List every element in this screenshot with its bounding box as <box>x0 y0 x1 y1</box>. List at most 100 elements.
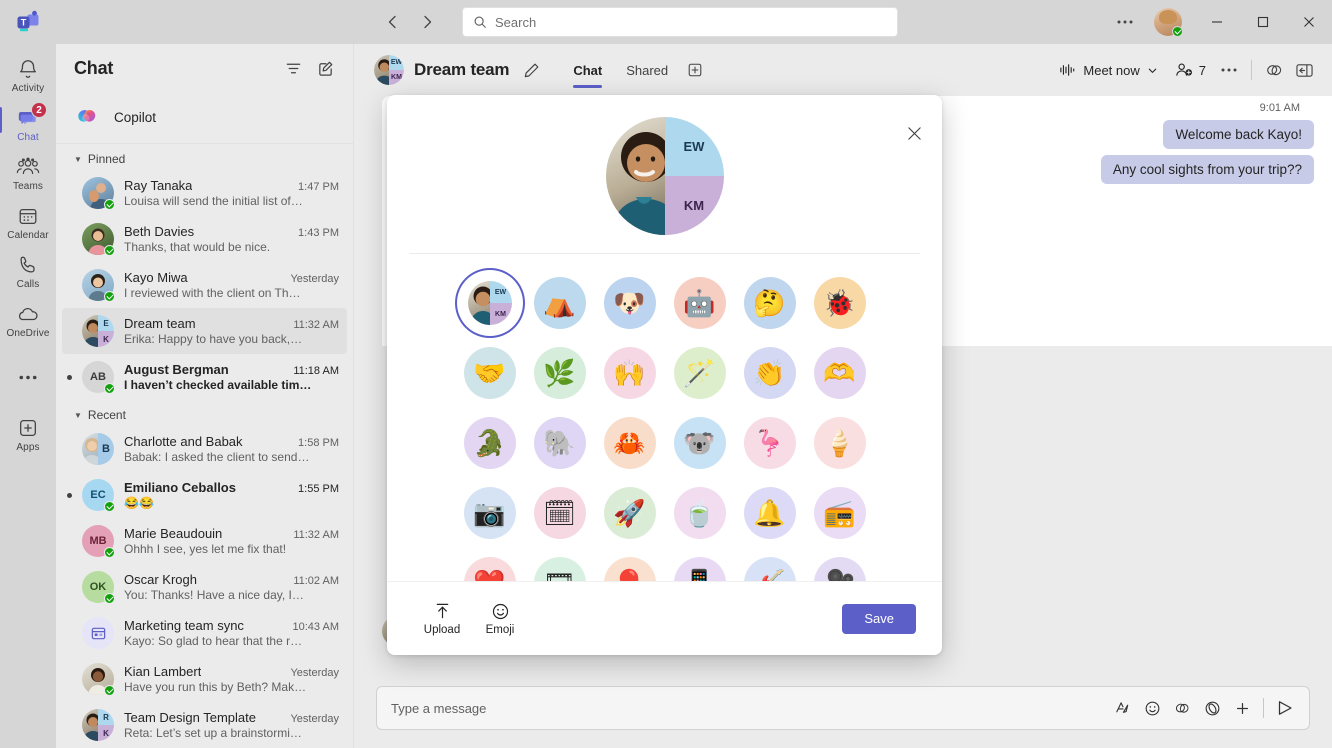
avatar-option-film-reel[interactable]: 🎞 <box>525 548 595 581</box>
avatar-option-robot[interactable]: 🤖 <box>665 268 735 338</box>
koala-bucket-avatar: 🐨 <box>673 417 726 469</box>
chat-list-item-kian-lambert[interactable]: Kian Lambert Yesterday Have you run this… <box>62 656 347 702</box>
avatar-option-calendar[interactable]: 🗓 <box>525 478 595 548</box>
chat-list-item-beth-davies[interactable]: Beth Davies 1:43 PM Thanks, that would b… <box>62 216 347 262</box>
list-item-copilot[interactable]: Copilot <box>56 92 353 144</box>
tab-chat[interactable]: Chat <box>563 44 612 96</box>
chat-item-preview: Erika: Happy to have you back,… <box>124 332 303 346</box>
more-options-icon[interactable] <box>1228 694 1256 722</box>
chat-item-text: Dream team 11:32 AM Erika: Happy to have… <box>124 316 339 346</box>
emoji-button[interactable]: Emoji <box>471 598 529 640</box>
avatar-option-bug[interactable]: 🐞 <box>805 268 875 338</box>
avatar-option-koala-bucket[interactable]: 🐨 <box>665 408 735 478</box>
group-header-recent[interactable]: ▼ Recent <box>56 400 353 426</box>
avatar: OK <box>82 571 115 604</box>
meet-now-button[interactable]: Meet now <box>1051 55 1165 85</box>
avatar-option-boombox[interactable]: 📻 <box>805 478 875 548</box>
avatar-grid-scroll[interactable]: EW KM ⛺ 🐶 🤖 🤔 🐞 🤝 🌿 🙌 🪄 👏 🫶 🐊 🐘 🦀 🐨 🦩 🍦 … <box>387 254 942 581</box>
chat-list-item-oscar-krogh[interactable]: OK Oscar Krogh 11:02 AM You: Thanks! Hav… <box>62 564 347 610</box>
copilot-icon[interactable] <box>1260 56 1288 84</box>
avatar-option-bell[interactable]: 🔔 <box>735 478 805 548</box>
preview-initials-half: EW KM <box>664 117 724 235</box>
message-input[interactable]: Type a message <box>376 686 1310 730</box>
avatar-option-caring-hands[interactable]: 🙌 <box>595 338 665 408</box>
avatar-option-hot-air-balloon[interactable]: 🎈 <box>595 548 665 581</box>
maximize-icon[interactable] <box>1240 0 1286 44</box>
avatar-option-video[interactable]: 🎥 <box>805 548 875 581</box>
sidebar-item-calendar[interactable]: Calendar <box>2 197 54 246</box>
save-button[interactable]: Save <box>842 603 916 634</box>
avatar-option-heart-hands[interactable]: 🫶 <box>805 338 875 408</box>
chat-list-item-ray-tanaka[interactable]: Ray Tanaka 1:47 PM Louisa will send the … <box>62 170 347 216</box>
chat-list-scroll[interactable]: Copilot ▼ Pinned Ray Tanaka 1:47 PM Loui… <box>56 92 353 748</box>
app-more-icon[interactable] <box>1108 7 1142 37</box>
chat-list-item-dream-team[interactable]: E K Dream team 11:32 AM Erika: Happy to … <box>62 308 347 354</box>
chat-list-item-kayo-miwa[interactable]: Kayo Miwa Yesterday I reviewed with the … <box>62 262 347 308</box>
message-bubble[interactable]: Welcome back Kayo! <box>1163 120 1314 149</box>
format-icon[interactable] <box>1108 694 1136 722</box>
sidebar-item-apps[interactable]: Apps <box>2 409 54 458</box>
chat-list-item-marie-beaudouin[interactable]: MB Marie Beaudouin 11:32 AM Ohhh I see, … <box>62 518 347 564</box>
avatar-option-dog[interactable]: 🐶 <box>595 268 665 338</box>
emoji-icon[interactable] <box>1138 694 1166 722</box>
chat-list-item-emiliano-ceballos[interactable]: EC Emiliano Ceballos 1:55 PM 😂😂 <box>62 472 347 518</box>
avatar-option-thinking-face[interactable]: 🤔 <box>735 268 805 338</box>
sidebar-item-onedrive[interactable]: OneDrive <box>2 295 54 344</box>
filter-icon[interactable] <box>279 54 307 82</box>
avatar-option-magic-wand[interactable]: 🪄 <box>665 338 735 408</box>
avatar-option-crocodile[interactable]: 🐊 <box>455 408 525 478</box>
avatar-option-rocket[interactable]: 🚀 <box>595 478 665 548</box>
close-icon[interactable] <box>900 119 928 147</box>
avatar-option-ice-cream[interactable]: 🍦 <box>805 408 875 478</box>
avatar-option-current[interactable]: EW KM <box>455 268 525 338</box>
minimize-icon[interactable] <box>1194 0 1240 44</box>
loop-icon[interactable] <box>1198 694 1226 722</box>
sidebar-item-calls[interactable]: Calls <box>2 246 54 295</box>
upload-button[interactable]: Upload <box>413 598 471 640</box>
avatar-option-elephant[interactable]: 🐘 <box>525 408 595 478</box>
avatar-option-camping[interactable]: ⛺ <box>525 268 595 338</box>
avatar-option-guitar[interactable]: 🎸 <box>735 548 805 581</box>
avatar-option-camera[interactable]: 📷 <box>455 478 525 548</box>
pencil-icon[interactable] <box>519 58 543 82</box>
avatar-glyph: 🐊 <box>473 428 506 458</box>
compose-icon[interactable] <box>311 54 339 82</box>
send-icon[interactable] <box>1271 694 1299 722</box>
group-header-pinned[interactable]: ▼ Pinned <box>56 144 353 170</box>
message-bubble[interactable]: Any cool sights from your trip?? <box>1100 155 1314 184</box>
sidebar-item-chat[interactable]: 2 Chat <box>0 99 54 148</box>
search-placeholder: Search <box>495 14 537 30</box>
plus-box-icon[interactable] <box>682 57 708 83</box>
participants-count: 7 <box>1198 62 1206 78</box>
close-icon[interactable] <box>1286 0 1332 44</box>
sidebar-item-more[interactable] <box>2 358 54 395</box>
avatar-option-crab[interactable]: 🦀 <box>595 408 665 478</box>
avatar-option-clap-hands[interactable]: 👏 <box>735 338 805 408</box>
avatar-initials: MB <box>89 535 107 547</box>
sidebar-item-activity[interactable]: Activity <box>2 50 54 99</box>
avatar-option-heart[interactable]: ❤️ <box>455 548 525 581</box>
sidebar-item-label: Apps <box>16 442 40 453</box>
avatar-option-teacup[interactable]: 🍵 <box>665 478 735 548</box>
chat-list-item-marketing-team-sync[interactable]: Marketing team sync 10:43 AM Kayo: So gl… <box>62 610 347 656</box>
chat-item-top: Oscar Krogh 11:02 AM <box>124 572 339 587</box>
participants-button[interactable]: 7 <box>1168 55 1213 85</box>
avatar-option-handshake[interactable]: 🤝 <box>455 338 525 408</box>
account-avatar[interactable] <box>1154 8 1183 37</box>
conversation-more-icon[interactable] <box>1215 56 1243 84</box>
search-input[interactable]: Search <box>462 7 898 37</box>
avatar-option-flamingo[interactable]: 🦩 <box>735 408 805 478</box>
open-panel-icon[interactable] <box>1290 56 1318 84</box>
chat-list-item-charlotte-and-babak[interactable]: B Charlotte and Babak 1:58 PM Babak: I a… <box>62 426 347 472</box>
avatar-initials: B <box>102 443 110 455</box>
forward-button[interactable] <box>412 7 442 37</box>
back-button[interactable] <box>378 7 408 37</box>
sidebar-item-teams[interactable]: Teams <box>2 148 54 197</box>
chat-list-item-team-design-template[interactable]: R K Team Design Template Yesterday Reta:… <box>62 702 347 748</box>
avatar-option-leaf-hand[interactable]: 🌿 <box>525 338 595 408</box>
avatar-option-phone-app[interactable]: 📱 <box>665 548 735 581</box>
chat-list-item-august-bergman[interactable]: AB August Bergman 11:18 AM I haven’t che… <box>62 354 347 400</box>
copilot-icon[interactable] <box>1168 694 1196 722</box>
tab-shared[interactable]: Shared <box>616 44 678 96</box>
title-bar: T Search <box>0 0 1332 44</box>
